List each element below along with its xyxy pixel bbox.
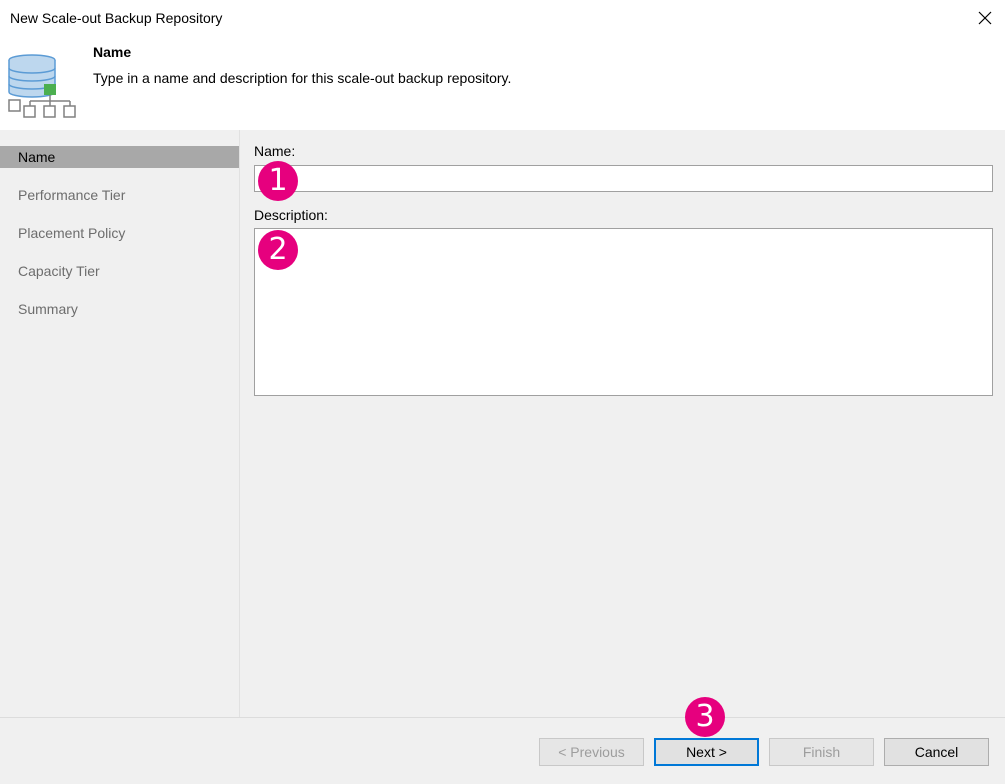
next-button[interactable]: Next >: [654, 738, 759, 766]
wizard-header: Name Type in a name and description for …: [0, 36, 1005, 130]
close-button[interactable]: [973, 6, 997, 30]
callout-marker-2: 2: [258, 230, 298, 270]
step-capacity-tier[interactable]: Capacity Tier: [0, 260, 239, 282]
finish-button[interactable]: Finish: [769, 738, 874, 766]
title-bar: New Scale-out Backup Repository: [0, 0, 1005, 36]
callout-marker-1: 1: [258, 161, 298, 201]
wizard-content: Name: Description: 1 2: [240, 130, 1005, 717]
step-name[interactable]: Name: [0, 146, 239, 168]
previous-button[interactable]: < Previous: [539, 738, 644, 766]
cancel-button[interactable]: Cancel: [884, 738, 989, 766]
scale-out-repository-icon: [8, 54, 76, 118]
name-label: Name:: [254, 143, 296, 159]
window-title: New Scale-out Backup Repository: [10, 10, 223, 26]
step-description: Type in a name and description for this …: [93, 70, 512, 86]
description-label: Description:: [254, 207, 328, 223]
wizard-window: New Scale-out Backup Repository Name Typ…: [0, 0, 1005, 784]
name-input[interactable]: [254, 165, 993, 192]
callout-marker-3: 3: [685, 697, 725, 737]
wizard-footer: 3 < Previous Next > Finish Cancel: [0, 697, 1005, 784]
step-title: Name: [93, 44, 132, 60]
step-performance-tier[interactable]: Performance Tier: [0, 184, 239, 206]
step-placement-policy[interactable]: Placement Policy: [0, 222, 239, 244]
close-icon: [978, 11, 992, 25]
wizard-steps-sidebar: Name Performance Tier Placement Policy C…: [0, 130, 240, 717]
description-input[interactable]: [254, 228, 993, 396]
step-summary[interactable]: Summary: [0, 298, 239, 320]
